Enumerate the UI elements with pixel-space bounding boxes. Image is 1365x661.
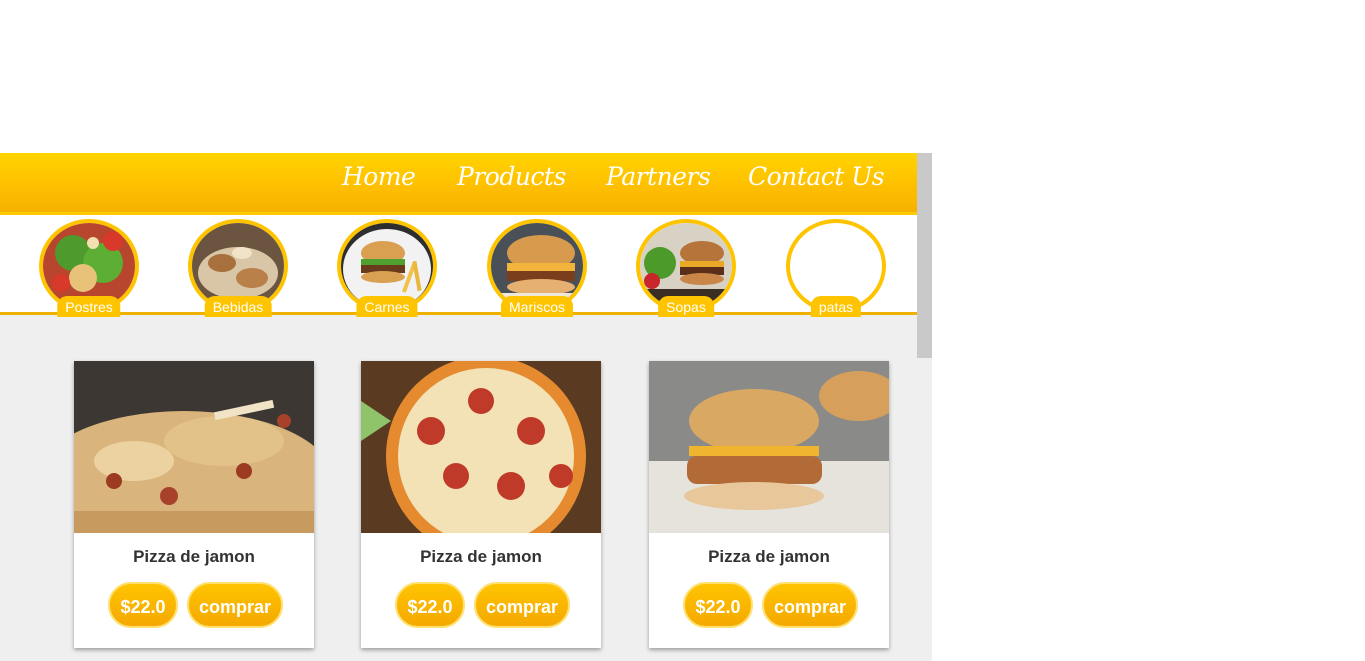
app-frame: Home Products Partners Contact Us Postre… [0, 153, 932, 661]
category-label: Bebidas [204, 296, 272, 317]
nav-partners-link[interactable]: Partners [606, 162, 711, 191]
price-badge: $22.0 [683, 582, 753, 628]
nav-products-link[interactable]: Products [457, 162, 566, 191]
product-title: Pizza de jamon [708, 547, 830, 566]
category-carnes[interactable]: Carnes [337, 219, 437, 317]
pizza-photo-icon [361, 361, 601, 533]
category-patas[interactable]: patas [786, 219, 886, 317]
category-sopas[interactable]: Sopas [636, 219, 736, 317]
category-label: Postres [57, 296, 121, 317]
category-strip: Postres Bebidas Carnes Mariscos Sopas pa… [0, 215, 917, 317]
product-card: Pizza de jamon $22.0 comprar [74, 361, 314, 648]
product-title: Pizza de jamon [420, 547, 542, 566]
buy-button[interactable]: comprar [762, 582, 858, 628]
category-label: patas [810, 296, 862, 317]
category-label: Carnes [356, 296, 418, 317]
price-badge: $22.0 [395, 582, 465, 628]
burger-photo-icon [649, 361, 889, 533]
category-label: Sopas [658, 296, 714, 317]
scrollbar[interactable] [917, 153, 932, 661]
product-title: Pizza de jamon [133, 547, 255, 566]
category-mariscos[interactable]: Mariscos [487, 219, 587, 317]
scrollbar-thumb[interactable] [917, 153, 932, 358]
buy-button[interactable]: comprar [187, 582, 283, 628]
product-card: Pizza de jamon $22.0 comprar [649, 361, 889, 648]
buy-button[interactable]: comprar [474, 582, 570, 628]
price-badge: $22.0 [108, 582, 178, 628]
pizza-photo-icon [74, 361, 314, 533]
nav-home-link[interactable]: Home [342, 162, 416, 191]
category-postres[interactable]: Postres [39, 219, 139, 317]
category-bebidas[interactable]: Bebidas [188, 219, 288, 317]
category-label: Mariscos [500, 296, 574, 317]
nav-bar: Home Products Partners Contact Us [0, 153, 932, 215]
nav-contact-link[interactable]: Contact Us [748, 162, 885, 191]
product-card: Pizza de jamon $22.0 comprar [361, 361, 601, 648]
